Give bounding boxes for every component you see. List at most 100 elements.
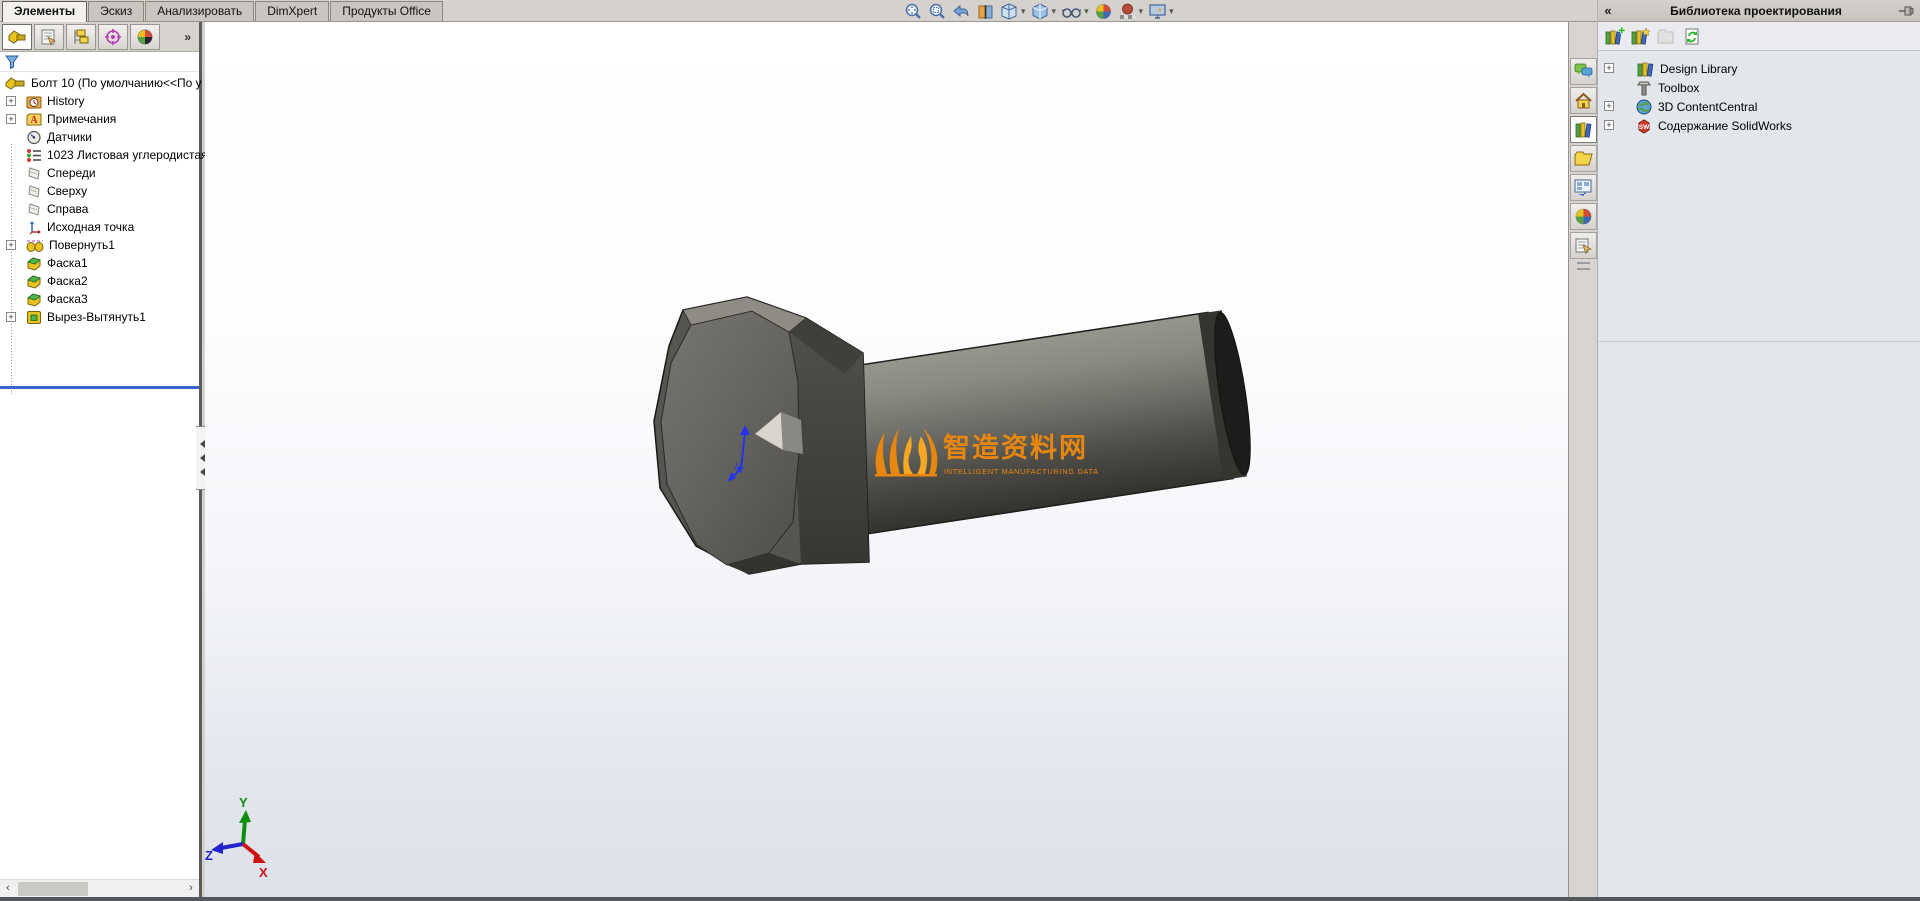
display-manager-tab[interactable] (130, 23, 160, 50)
tree-item-sensors[interactable]: Датчики (0, 128, 199, 146)
watermark-text: 智造资料网 (943, 433, 1088, 463)
view-orientation-icon[interactable]: ▾ (999, 1, 1027, 21)
add-to-library-icon[interactable] (1604, 26, 1625, 46)
rollback-bar[interactable] (0, 386, 199, 389)
heads-up-view-toolbar: ▾ ▾ ▾ ▾ ▾ (903, 1, 1175, 21)
library-item-label: Design Library (1660, 61, 1738, 76)
featuremanager-tree-tab[interactable] (2, 23, 32, 50)
cut-extrude-feature-icon (27, 310, 41, 324)
zoom-to-area-icon[interactable] (927, 1, 948, 21)
dimxpert-target-icon (105, 28, 121, 45)
tree-item-history[interactable]: + History (0, 92, 199, 110)
tree-item-label: Болт 10 (По умолчанию<<По у (31, 76, 202, 90)
tree-item-label: Исходная точка (47, 220, 135, 234)
command-manager-tabs: Элементы Эскиз Анализировать DimXpert Пр… (2, 1, 444, 22)
library-item-solidworks-content[interactable]: + SW Содержание SolidWorks (1598, 117, 1920, 134)
create-new-folder-icon[interactable] (1656, 27, 1677, 46)
tree-item-label: Справа (47, 202, 89, 216)
chamfer-feature-icon (27, 274, 41, 289)
expand-toggle[interactable]: + (1604, 120, 1614, 130)
property-manager-icon (41, 29, 56, 46)
dropdown-arrow-icon[interactable]: ▾ (1052, 6, 1057, 17)
filter-funnel-icon (5, 55, 19, 70)
previous-view-icon[interactable] (951, 1, 972, 21)
scrollbar-thumb[interactable] (18, 881, 88, 896)
material-icon (27, 148, 41, 162)
feature-tree-horizontal-scrollbar[interactable]: ‹ › (0, 879, 199, 897)
section-view-icon[interactable] (975, 1, 996, 21)
tree-item-root[interactable]: Болт 10 (По умолчанию<<По у (0, 74, 202, 92)
expand-toggle[interactable]: + (1604, 63, 1614, 73)
view-palette-tab[interactable] (1570, 174, 1597, 201)
library-item-toolbox[interactable]: Toolbox (1598, 79, 1920, 96)
part-bolt-icon (8, 29, 26, 44)
tree-item-label: Фаска1 (47, 256, 88, 270)
tree-item-chamfer3[interactable]: Фаска3 (0, 290, 199, 308)
triad-y-label: Y (239, 795, 248, 810)
library-item-3d-contentcentral[interactable]: + 3D ContentCentral (1598, 98, 1920, 115)
dropdown-arrow-icon[interactable]: ▾ (1169, 6, 1174, 17)
expand-toggle[interactable]: + (6, 312, 16, 322)
more-tabs-chevron[interactable]: » (184, 30, 191, 44)
library-item-design-library[interactable]: + Design Library (1598, 60, 1920, 77)
tab-elements[interactable]: Элементы (2, 1, 88, 22)
appearances-scenes-tab[interactable] (1570, 203, 1597, 230)
dropdown-arrow-icon[interactable]: ▾ (1084, 6, 1089, 17)
task-pane-splitter-grip[interactable] (1577, 262, 1590, 272)
tree-filter-row[interactable] (0, 53, 199, 72)
bolt-hex-head[interactable] (653, 296, 870, 575)
file-explorer-tab[interactable] (1570, 145, 1597, 172)
refresh-icon[interactable] (1682, 27, 1703, 46)
scroll-right-arrow[interactable]: › (183, 881, 199, 897)
graphics-viewport[interactable]: 智造资料网 INTELLIGENT MANUFACTURING DATA Y Z… (205, 22, 1568, 897)
expand-toggle[interactable]: + (6, 240, 16, 250)
expand-toggle[interactable]: + (6, 96, 16, 106)
custom-properties-tab[interactable] (1570, 232, 1597, 259)
tree-item-chamfer2[interactable]: Фаска2 (0, 272, 199, 290)
history-icon (26, 96, 42, 108)
hide-show-items-icon[interactable]: ▾ (1060, 1, 1090, 21)
library-item-label: Toolbox (1658, 80, 1700, 95)
tab-dimxpert[interactable]: DimXpert (255, 1, 330, 21)
view-settings-icon[interactable]: ▾ (1147, 1, 1175, 21)
forum-bubbles-icon (1574, 63, 1593, 78)
tree-item-top-plane[interactable]: Сверху (0, 182, 199, 200)
plane-icon (27, 184, 40, 198)
display-style-icon[interactable]: ▾ (1030, 1, 1058, 21)
tab-evaluate[interactable]: Анализировать (145, 1, 255, 21)
bolt-3d-model[interactable]: 智造资料网 INTELLIGENT MANUFACTURING DATA Y Z… (205, 22, 1568, 897)
solidworks-forum-tab[interactable] (1570, 58, 1597, 85)
apply-scene-icon[interactable]: ▾ (1117, 1, 1145, 21)
tree-item-material[interactable]: 1023 Листовая углеродистая (0, 146, 208, 164)
zoom-to-fit-icon[interactable] (903, 1, 924, 21)
tree-item-right-plane[interactable]: Справа (0, 200, 199, 218)
tree-item-revolve1[interactable]: + Повернуть1 (0, 236, 199, 254)
tree-item-origin[interactable]: Исходная точка (0, 218, 199, 236)
scroll-left-arrow[interactable]: ‹ (0, 881, 16, 897)
configuration-manager-icon (74, 29, 89, 44)
property-manager-tab[interactable] (34, 23, 64, 50)
bolt-shaft[interactable] (839, 309, 1258, 535)
tree-item-cut-extrude1[interactable]: + Вырез-Вытянуть1 (0, 308, 199, 326)
edit-appearance-icon[interactable] (1093, 1, 1114, 21)
pin-panel-button[interactable] (1894, 5, 1920, 17)
configuration-manager-tab[interactable] (66, 23, 96, 50)
add-file-location-icon[interactable] (1630, 26, 1651, 46)
design-library-tab[interactable] (1570, 116, 1597, 143)
collapse-panel-button[interactable]: « (1598, 3, 1618, 18)
dropdown-arrow-icon[interactable]: ▾ (1021, 6, 1026, 17)
tab-sketch[interactable]: Эскиз (88, 1, 145, 21)
expand-toggle[interactable]: + (6, 114, 16, 124)
pushpin-icon (1899, 6, 1914, 15)
tree-item-label: Сверху (47, 184, 88, 198)
dropdown-arrow-icon[interactable]: ▾ (1139, 6, 1144, 17)
tree-item-annotations[interactable]: + A Примечания (0, 110, 199, 128)
solidworks-resources-tab[interactable] (1570, 87, 1597, 114)
tree-item-front-plane[interactable]: Спереди (0, 164, 199, 182)
window-bottom-edge (0, 897, 1920, 901)
dimxpert-manager-tab[interactable] (98, 23, 128, 50)
feature-manager-panel: » Болт 10 (По умолчанию<<По у + History … (0, 22, 208, 897)
tree-item-chamfer1[interactable]: Фаска1 (0, 254, 199, 272)
tab-office-products[interactable]: Продукты Office (330, 1, 443, 21)
expand-toggle[interactable]: + (1604, 101, 1614, 111)
